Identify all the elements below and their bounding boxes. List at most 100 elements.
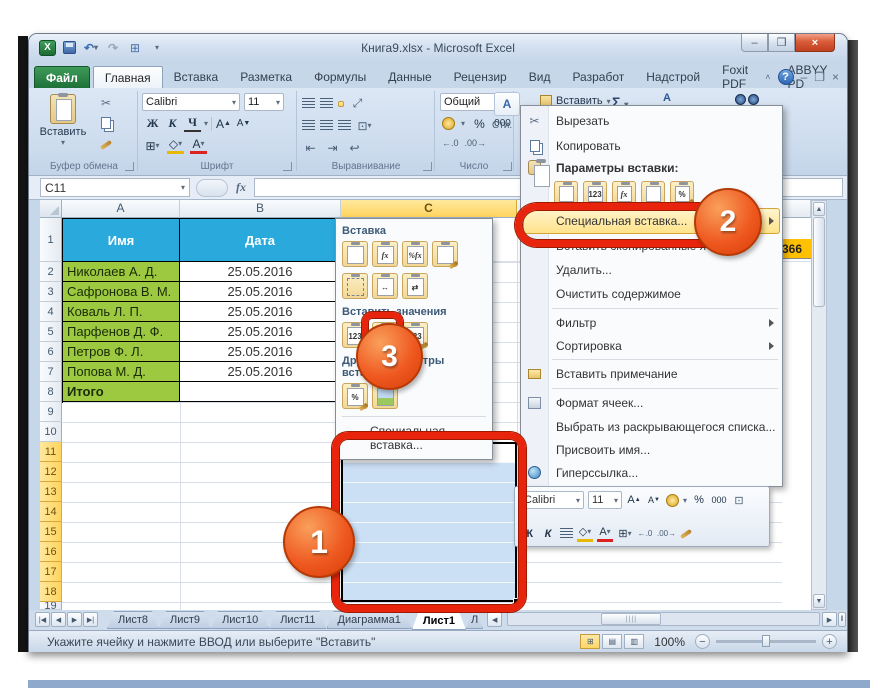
mini-font-name-combo[interactable]: Calibri▾ bbox=[520, 491, 584, 509]
scroll-down-icon[interactable]: ▼ bbox=[813, 594, 825, 608]
tab-scroll-left-icon[interactable]: ◀ bbox=[487, 612, 502, 627]
context-menu-clear-contents[interactable]: Очистить содержимое bbox=[521, 282, 782, 306]
tab-developer[interactable]: Разработ bbox=[561, 66, 635, 88]
paste-keep-source-formatting-icon[interactable] bbox=[432, 241, 458, 267]
paste-formatting-icon[interactable]: % bbox=[342, 383, 368, 409]
column-header-c[interactable]: C bbox=[341, 200, 517, 218]
font-size-combo[interactable]: 11▾ bbox=[244, 93, 284, 111]
conditional-formatting-button[interactable]: A bbox=[494, 92, 520, 116]
borders-button[interactable]: ⊞▾ bbox=[144, 137, 161, 154]
sheet-tab-list9[interactable]: Лист9 bbox=[159, 611, 211, 629]
paste-keep-column-width-icon[interactable]: ↔ bbox=[372, 273, 398, 299]
restore-button[interactable]: ❒ bbox=[768, 34, 795, 52]
decrease-indent-icon[interactable]: ⇤ bbox=[302, 139, 319, 156]
underline-button[interactable]: Ч bbox=[184, 115, 201, 132]
increase-indent-icon[interactable]: ⇥ bbox=[324, 139, 341, 156]
row-header-17[interactable]: 17 bbox=[40, 562, 62, 582]
tab-split-handle[interactable]: ‖ bbox=[838, 612, 846, 627]
copy-button[interactable] bbox=[96, 114, 116, 132]
mini-percent-button[interactable]: % bbox=[691, 492, 707, 509]
table-cell[interactable]: 25.05.2016 bbox=[180, 262, 341, 282]
context-menu-copy[interactable]: Копировать bbox=[521, 133, 782, 158]
row-header-12[interactable]: 12 bbox=[40, 462, 62, 482]
paste-formulas-icon[interactable]: fx bbox=[372, 241, 398, 267]
page-break-view-icon[interactable]: ▥ bbox=[624, 634, 644, 649]
font-dialog-launcher-icon[interactable] bbox=[283, 162, 292, 171]
normal-view-icon[interactable]: ⊞ bbox=[580, 634, 600, 649]
table-cell[interactable]: Попова М. Д. bbox=[63, 362, 180, 382]
align-left-icon[interactable] bbox=[302, 120, 315, 131]
paste-icon[interactable] bbox=[554, 181, 578, 205]
context-menu-delete[interactable]: Удалить... bbox=[521, 258, 782, 282]
cut-button[interactable]: ✂ bbox=[96, 94, 116, 112]
font-color-button[interactable]: А▾ bbox=[190, 137, 207, 154]
save-button[interactable] bbox=[60, 39, 78, 56]
paste-transpose-icon[interactable] bbox=[641, 181, 665, 205]
zoom-in-button[interactable]: + bbox=[822, 634, 837, 649]
orientation-button[interactable]: ⤢ bbox=[349, 95, 366, 112]
align-right-icon[interactable] bbox=[338, 120, 351, 131]
horizontal-scroll-thumb[interactable]: |||| bbox=[601, 613, 661, 625]
tab-review[interactable]: Рецензир bbox=[443, 66, 518, 88]
column-header-a[interactable]: A bbox=[62, 200, 180, 218]
alignment-dialog-launcher-icon[interactable] bbox=[423, 162, 432, 171]
context-menu-cut[interactable]: ✂ Вырезать bbox=[521, 108, 782, 133]
last-sheet-icon[interactable]: ▶| bbox=[83, 612, 98, 627]
context-menu-hyperlink[interactable]: Гиперссылка... bbox=[521, 461, 782, 484]
mini-increase-decimal-icon[interactable]: ←.0 bbox=[637, 525, 653, 542]
column-header-b[interactable]: B bbox=[180, 200, 341, 218]
row-header-15[interactable]: 15 bbox=[40, 522, 62, 542]
row-header-14[interactable]: 14 bbox=[40, 502, 62, 522]
accounting-format-icon[interactable] bbox=[442, 117, 455, 130]
table-cell[interactable]: Сафронова В. М. bbox=[63, 282, 180, 302]
mini-align-center-icon[interactable] bbox=[560, 528, 573, 539]
insert-function-button[interactable]: fx bbox=[236, 180, 246, 195]
row-header-13[interactable]: 13 bbox=[40, 482, 62, 502]
zoom-level[interactable]: 100% bbox=[654, 635, 685, 649]
prev-sheet-icon[interactable]: ◀ bbox=[51, 612, 66, 627]
mini-format-painter-icon[interactable] bbox=[680, 528, 692, 538]
tab-home[interactable]: Главная bbox=[93, 66, 163, 88]
number-dialog-launcher-icon[interactable] bbox=[503, 162, 512, 171]
sheet-tab-list11[interactable]: Лист11 bbox=[269, 611, 326, 629]
find-select-button[interactable] bbox=[735, 94, 759, 105]
table-cell[interactable]: Коваль Л. П. bbox=[63, 302, 180, 322]
context-menu-insert-note[interactable]: Вставить примечание bbox=[521, 362, 782, 386]
row-header-9[interactable]: 9 bbox=[40, 402, 62, 422]
row-header-1[interactable]: 1 bbox=[40, 218, 62, 262]
excel-logo-icon[interactable]: X bbox=[39, 40, 56, 56]
vertical-scrollbar[interactable]: ▲ ▼ bbox=[811, 200, 827, 610]
table-cell[interactable]: Николаев А. Д. bbox=[63, 262, 180, 282]
increase-decimal-icon[interactable]: ←.0 bbox=[442, 138, 459, 148]
row-header-8[interactable]: 8 bbox=[40, 382, 62, 402]
sheet-tab-partial[interactable]: Л bbox=[466, 611, 483, 629]
customize-qat-button[interactable]: ▾ bbox=[148, 39, 166, 56]
select-all-corner[interactable] bbox=[40, 200, 62, 218]
align-middle-icon[interactable] bbox=[320, 98, 333, 109]
paste-formatting-icon[interactable]: % bbox=[670, 181, 694, 205]
paste-formulas-icon[interactable]: fx bbox=[612, 181, 636, 205]
mini-italic-button[interactable]: К bbox=[540, 525, 556, 542]
table-cell[interactable]: Парфенов Д. Ф. bbox=[63, 322, 180, 342]
decrease-decimal-icon[interactable]: .00→ bbox=[465, 138, 487, 148]
redo-button[interactable]: ↷ bbox=[104, 39, 122, 56]
table-cell[interactable]: 25.05.2016 bbox=[180, 322, 341, 342]
context-menu-format-cells[interactable]: Формат ячеек... bbox=[521, 391, 782, 415]
close-button[interactable]: × bbox=[795, 34, 835, 52]
format-painter-button[interactable] bbox=[96, 136, 116, 154]
zoom-slider[interactable] bbox=[716, 640, 816, 643]
mini-comma-button[interactable]: 000 bbox=[711, 492, 727, 509]
table-cell[interactable]: 25.05.2016 bbox=[180, 282, 341, 302]
merge-center-button[interactable]: ⊡▾ bbox=[356, 117, 373, 134]
paste-icon[interactable] bbox=[342, 241, 368, 267]
tab-insert[interactable]: Вставка bbox=[163, 66, 230, 88]
sheet-tab-list10[interactable]: Лист10 bbox=[211, 611, 269, 629]
italic-button[interactable]: К bbox=[164, 115, 181, 132]
align-center-icon[interactable] bbox=[320, 120, 333, 131]
paste-no-borders-icon[interactable] bbox=[342, 273, 368, 299]
mini-grow-font-button[interactable]: A▲ bbox=[626, 492, 642, 509]
table-cell[interactable]: 25.05.2016 bbox=[180, 342, 341, 362]
help-icon[interactable]: ? bbox=[778, 69, 794, 85]
row-header-7[interactable]: 7 bbox=[40, 362, 62, 382]
context-menu-filter[interactable]: Фильтр bbox=[521, 311, 782, 334]
